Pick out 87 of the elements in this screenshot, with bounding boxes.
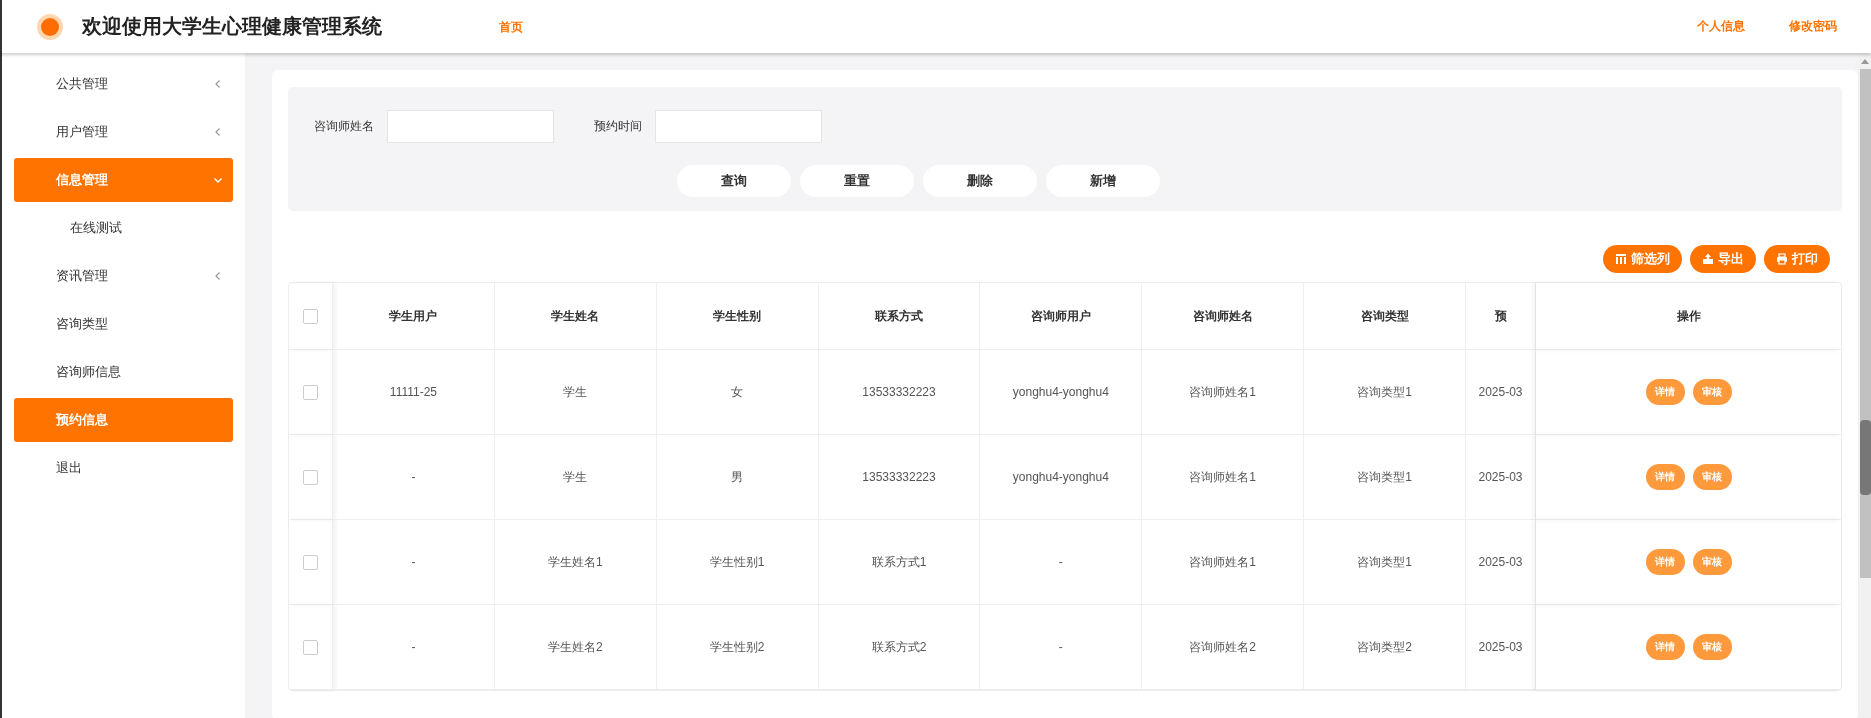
table-cell: 咨询师姓名1 xyxy=(1142,350,1305,435)
action-button[interactable]: 详情 xyxy=(1645,464,1685,490)
table-cell: 男 xyxy=(656,435,819,520)
search-panel-button[interactable]: 重置 xyxy=(799,165,914,197)
sidebar-item[interactable]: 公共管理 xyxy=(14,62,233,106)
search-panel-button[interactable]: 删除 xyxy=(922,165,1037,197)
table-cell: 咨询师姓名1 xyxy=(1142,520,1305,605)
app-title: 欢迎使用大学生心理健康管理系统 xyxy=(82,14,382,39)
table-cell: - xyxy=(333,520,495,605)
table-cell: 女 xyxy=(656,350,819,435)
table-cell: 学生姓名1 xyxy=(494,520,657,605)
table-cell: 学生 xyxy=(494,350,657,435)
table-cell: 学生性别2 xyxy=(656,605,819,690)
column-header: 操作 xyxy=(1536,283,1841,350)
export-icon xyxy=(1702,253,1714,265)
search-panel-button[interactable]: 查询 xyxy=(676,165,791,197)
column-header: 咨询师姓名 xyxy=(1142,283,1305,350)
table-cell: 咨询师姓名1 xyxy=(1142,435,1305,520)
column-header: 预 xyxy=(1466,283,1536,350)
sidebar-item[interactable]: 信息管理 xyxy=(14,158,233,202)
table-cell: 联系方式2 xyxy=(818,605,981,690)
logo-icon xyxy=(36,12,64,41)
table-cell: - xyxy=(333,605,495,690)
table-cell: 咨询师姓名2 xyxy=(1142,605,1305,690)
checkbox[interactable] xyxy=(303,308,318,324)
toolbar-button[interactable]: 打印 xyxy=(1764,245,1830,273)
checkbox[interactable] xyxy=(303,554,318,570)
table-cell: 学生性别1 xyxy=(656,520,819,605)
column-header: 咨询师用户 xyxy=(980,283,1143,350)
nav-link[interactable]: 首页 xyxy=(499,20,523,34)
columns-icon xyxy=(1615,253,1627,265)
column-header: 联系方式 xyxy=(818,283,981,350)
table-cell: 咨询类型2 xyxy=(1304,605,1466,690)
table-cell: 咨询类型1 xyxy=(1304,520,1466,605)
table-cell: 联系方式1 xyxy=(818,520,981,605)
column-header: 学生姓名 xyxy=(494,283,657,350)
table-cell: 2025-03 xyxy=(1466,435,1536,520)
sidebar-item[interactable]: 咨询类型 xyxy=(14,302,233,346)
column-header: 学生用户 xyxy=(333,283,495,350)
toolbar-button[interactable]: 筛选列 xyxy=(1603,245,1682,273)
table-cell: 2025-03 xyxy=(1466,520,1536,605)
field-label: 预约时间 xyxy=(594,118,642,135)
column-header: 咨询类型 xyxy=(1304,283,1466,350)
table-cell: - xyxy=(333,435,495,520)
table-cell: 学生姓名2 xyxy=(494,605,657,690)
header-link[interactable]: 修改密码 xyxy=(1789,18,1837,35)
table-cell: 2025-03 xyxy=(1466,350,1536,435)
action-button[interactable]: 审核 xyxy=(1692,549,1732,575)
checkbox[interactable] xyxy=(303,469,318,485)
action-button[interactable]: 审核 xyxy=(1692,379,1732,405)
scrollbar[interactable] xyxy=(1858,53,1871,718)
table-cell: 11111-25 xyxy=(333,350,495,435)
table-cell: 咨询类型1 xyxy=(1304,350,1466,435)
sidebar-item[interactable]: 用户管理 xyxy=(14,110,233,154)
table-cell: 13533332223 xyxy=(818,350,981,435)
input-field[interactable] xyxy=(387,110,554,143)
action-button[interactable]: 审核 xyxy=(1692,634,1732,660)
table-cell: 学生 xyxy=(494,435,657,520)
sidebar-item[interactable]: 在线测试 xyxy=(14,206,233,250)
action-button[interactable]: 审核 xyxy=(1692,464,1732,490)
search-panel-button[interactable]: 新增 xyxy=(1045,165,1160,197)
table-cell: - xyxy=(980,520,1143,605)
table-cell: yonghu4-yonghu4 xyxy=(980,350,1143,435)
printer-icon xyxy=(1776,253,1788,265)
sidebar-item[interactable]: 预约信息 xyxy=(14,398,233,442)
action-button[interactable]: 详情 xyxy=(1645,634,1685,660)
table-cell: yonghu4-yonghu4 xyxy=(980,435,1143,520)
field-label: 咨询师姓名 xyxy=(314,118,374,135)
chevron-left-icon xyxy=(213,271,223,281)
header-link[interactable]: 个人信息 xyxy=(1697,18,1745,35)
column-header: 学生性别 xyxy=(656,283,819,350)
table-cell: 2025-03 xyxy=(1466,605,1536,690)
input-field[interactable] xyxy=(655,110,822,143)
chevron-left-icon xyxy=(213,127,223,137)
sidebar-item[interactable]: 资讯管理 xyxy=(14,254,233,298)
checkbox[interactable] xyxy=(303,384,318,400)
table-cell: 咨询类型1 xyxy=(1304,435,1466,520)
action-button[interactable]: 详情 xyxy=(1645,549,1685,575)
table-cell: 13533332223 xyxy=(818,435,981,520)
sidebar-item[interactable]: 咨询师信息 xyxy=(14,350,233,394)
toolbar-button[interactable]: 导出 xyxy=(1690,245,1756,273)
chevron-down-icon xyxy=(213,175,223,185)
checkbox[interactable] xyxy=(303,639,318,655)
table-cell: - xyxy=(980,605,1143,690)
sidebar-item[interactable]: 退出 xyxy=(14,446,233,490)
chevron-left-icon xyxy=(213,79,223,89)
action-button[interactable]: 详情 xyxy=(1645,379,1685,405)
